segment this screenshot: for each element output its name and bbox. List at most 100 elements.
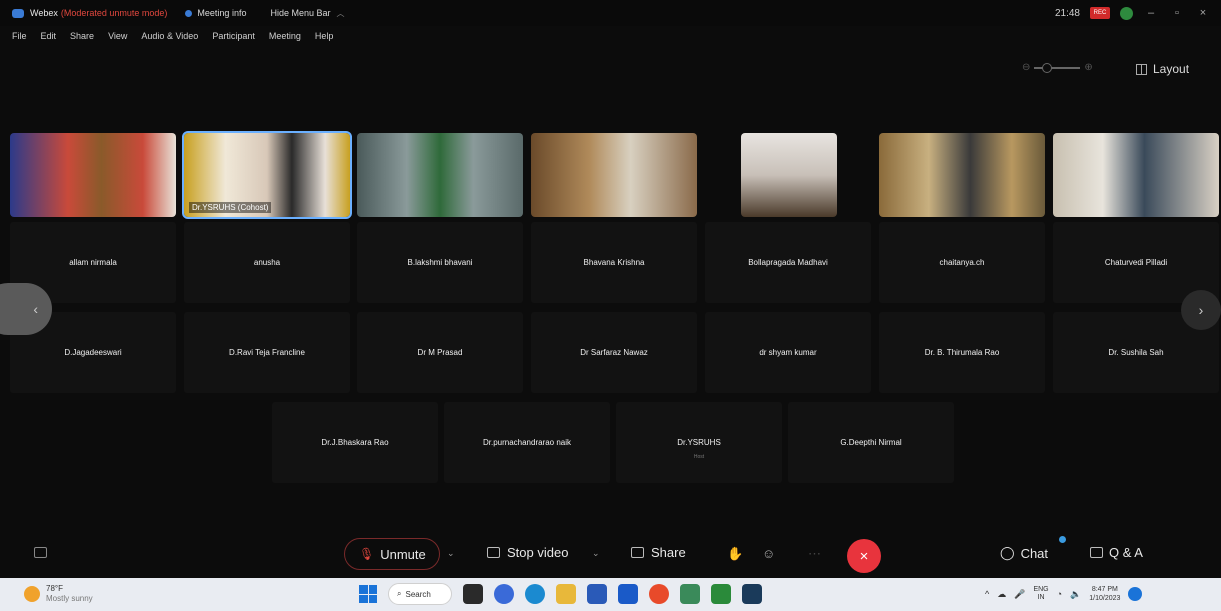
title-bar: Webex (Moderated unmute mode) Meeting in… [0, 0, 1221, 26]
menu-file[interactable]: File [12, 31, 27, 41]
store-icon[interactable] [587, 584, 607, 604]
video-caption [1058, 211, 1064, 213]
edge-browser-icon[interactable] [525, 584, 545, 604]
participant-role: Host [693, 454, 705, 460]
participant-name: Dr.YSRUHS [677, 438, 721, 447]
sun-icon [24, 586, 40, 602]
participant-tile[interactable]: Dr.J.Bhaskara Rao [272, 402, 438, 483]
video-tile[interactable] [879, 133, 1045, 217]
participant-tile[interactable]: Dr. B. Thirumala Rao [879, 312, 1045, 393]
file-explorer-icon[interactable] [556, 584, 576, 604]
share-button[interactable]: Share [631, 545, 686, 560]
video-caption [362, 211, 368, 213]
participant-tile[interactable]: Bollapragada Madhavi [705, 222, 871, 303]
video-caption: Dr.YSRUHS (Cohost) [189, 202, 272, 213]
video-tile[interactable] [531, 133, 697, 217]
unmute-label: Unmute [380, 546, 426, 562]
participant-tile[interactable]: B.lakshmi bhavani [357, 222, 523, 303]
windows-start-icon[interactable] [359, 585, 377, 603]
language-code: ENG [1033, 586, 1049, 593]
maximize-button[interactable]: ▫ [1169, 7, 1185, 19]
video-caption [536, 211, 542, 213]
close-button[interactable]: × [1195, 7, 1211, 19]
layout-icon [1136, 63, 1147, 75]
taskbar-clock[interactable]: 8:47 PM 1/10/2023 [1089, 585, 1120, 603]
meeting-info-icon [185, 9, 193, 17]
onedrive-icon[interactable]: ☁ [997, 589, 1006, 600]
previous-page-button[interactable]: ‹ [0, 283, 52, 335]
participant-tile[interactable]: Dr Sarfaraz Nawaz [531, 312, 697, 393]
chrome-browser-icon[interactable] [649, 584, 669, 604]
participant-tile[interactable]: Bhavana Krishna [531, 222, 697, 303]
leave-meeting-button[interactable]: × [847, 539, 881, 573]
chat-button[interactable]: ◯ Chat [1000, 545, 1048, 561]
next-page-button[interactable]: › [1181, 290, 1221, 330]
stop-video-button[interactable]: Stop video [487, 545, 568, 560]
participant-tile[interactable]: Dr.purnachandrarao naik [444, 402, 610, 483]
zoom-in-icon[interactable]: ⊕ [1084, 62, 1092, 73]
video-tile[interactable] [357, 133, 523, 217]
stop-video-label: Stop video [507, 545, 569, 560]
wifi-icon[interactable]: ◔ [1057, 589, 1062, 599]
taskbar-search[interactable]: ⌕ Search [388, 583, 452, 605]
menu-edit[interactable]: Edit [41, 31, 57, 41]
menu-meeting[interactable]: Meeting [269, 31, 301, 41]
reactions-icon[interactable]: ☺ [762, 546, 775, 561]
participant-name: Dr Sarfaraz Nawaz [580, 348, 648, 357]
input-language[interactable]: ENG IN [1033, 586, 1048, 602]
layout-button[interactable]: Layout [1136, 62, 1189, 76]
connection-status-icon[interactable] [1120, 6, 1133, 20]
participant-tile[interactable]: chaitanya.ch [879, 222, 1045, 303]
webex-app-icon[interactable] [742, 584, 762, 604]
mic-icon[interactable]: 🎤 [1014, 589, 1025, 600]
video-options-caret[interactable]: ⌄ [592, 548, 600, 559]
participant-tile[interactable]: anusha [184, 222, 350, 303]
menu-help[interactable]: Help [315, 31, 334, 41]
audio-options-caret[interactable]: ⌄ [447, 548, 455, 559]
chat-app-icon[interactable] [494, 584, 514, 604]
app-name: Webex [30, 8, 58, 18]
slider-knob[interactable] [1042, 62, 1053, 73]
chevron-up-icon[interactable]: ^ [985, 589, 989, 599]
tile-size-slider[interactable]: ⊖ ⊕ [1022, 62, 1093, 73]
video-camera-icon [487, 547, 500, 558]
participant-tile[interactable]: D.Ravi Teja Francline [184, 312, 350, 393]
participant-tile[interactable]: Dr M Prasad [357, 312, 523, 393]
os-taskbar: 78°F Mostly sunny ⌕ Search ^ ☁ 🎤 ENG IN … [0, 578, 1221, 611]
menu-participant[interactable]: Participant [212, 31, 255, 41]
captions-icon[interactable] [34, 547, 47, 558]
more-options-icon[interactable]: ⋯ [808, 546, 821, 562]
participant-tile[interactable]: Dr.YSRUHS Host [616, 402, 782, 483]
participant-tile[interactable]: dr shyam kumar [705, 312, 871, 393]
weather-widget[interactable]: 78°F Mostly sunny [24, 584, 93, 604]
qa-label: Q & A [1109, 545, 1143, 560]
volume-icon[interactable]: 🔈 [1070, 589, 1081, 600]
participant-name: Dr. B. Thirumala Rao [924, 348, 1000, 357]
participant-name: allam nirmala [69, 258, 117, 267]
app-icon[interactable] [680, 584, 700, 604]
minimize-button[interactable]: – [1143, 7, 1159, 19]
qa-icon [1090, 547, 1103, 558]
unmute-button[interactable]: 🎙 Unmute [344, 538, 440, 570]
participant-tile[interactable]: G.Deepthi Nirmal [788, 402, 954, 483]
task-view-icon[interactable] [463, 584, 483, 604]
share-label: Share [651, 545, 686, 560]
hide-menu-bar-button[interactable]: Hide Menu Bar [270, 8, 330, 18]
raise-hand-icon[interactable]: ✋ [727, 546, 743, 562]
menu-share[interactable]: Share [70, 31, 94, 41]
video-tile[interactable] [741, 133, 837, 217]
menu-view[interactable]: View [108, 31, 127, 41]
menu-audio-video[interactable]: Audio & Video [141, 31, 198, 41]
excel-icon[interactable] [711, 584, 731, 604]
close-icon: × [859, 547, 869, 565]
video-tile[interactable] [1053, 133, 1219, 217]
video-tile-active-speaker[interactable]: Dr.YSRUHS (Cohost) [182, 131, 352, 219]
region-code: IN [1037, 594, 1045, 601]
qa-button[interactable]: Q & A [1090, 545, 1143, 560]
zoom-out-icon[interactable]: ⊖ [1022, 62, 1030, 73]
mail-icon[interactable] [618, 584, 638, 604]
video-tile[interactable] [10, 133, 176, 217]
notification-icon[interactable] [1128, 587, 1143, 601]
meeting-info-button[interactable]: Meeting info [197, 8, 246, 18]
participant-name: D.Ravi Teja Francline [229, 348, 305, 357]
